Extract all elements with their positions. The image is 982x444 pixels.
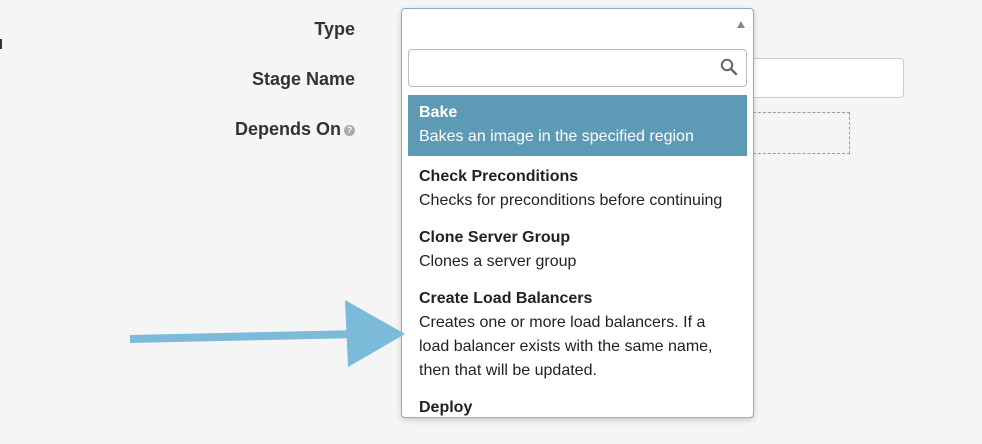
annotation-arrow [129, 300, 405, 367]
